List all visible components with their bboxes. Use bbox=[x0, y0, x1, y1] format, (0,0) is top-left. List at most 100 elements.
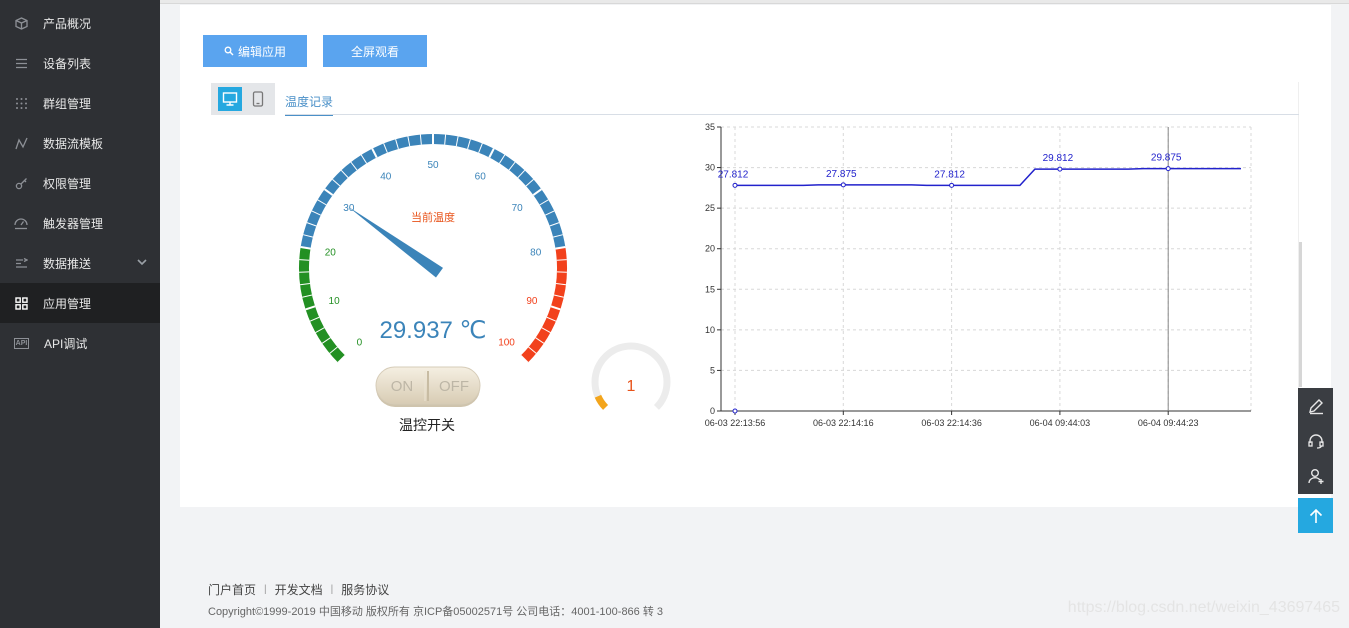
mini-gauge-fill bbox=[594, 394, 609, 410]
gauge-tick-label: 80 bbox=[530, 248, 542, 259]
gauge-tick-label: 20 bbox=[325, 248, 337, 259]
gauge-tick-label: 0 bbox=[357, 338, 363, 349]
sidebar-item-label: 数据推送 bbox=[43, 256, 92, 271]
customer-service-button[interactable] bbox=[1298, 423, 1333, 458]
app-preview-card: 编辑应用 全屏观看 温度记录 0 10 20 30 40 50 60 70 80 90 100 当前温… bbox=[180, 5, 1331, 507]
sidebar-item-label: 权限管理 bbox=[43, 176, 92, 191]
gauge-tick-label: 40 bbox=[380, 171, 392, 182]
headset-icon bbox=[1307, 433, 1324, 449]
chart-data-point bbox=[732, 408, 738, 414]
chart-y-tick-label: 20 bbox=[705, 244, 715, 254]
sidebar-item-datastream-template[interactable]: 数据流模板 bbox=[0, 123, 160, 163]
temperature-line-chart: 0 5 10 15 20 25 30 35 06-03 22:13:56 06-03 22:14:… bbox=[705, 122, 1252, 428]
chart-x-tick-label: 06-03 22:14:36 bbox=[921, 418, 982, 428]
chart-data-point bbox=[732, 182, 738, 188]
device-toggle bbox=[211, 83, 275, 115]
gauge-tick-label: 60 bbox=[475, 171, 487, 182]
gauge-tick-label: 90 bbox=[526, 296, 538, 307]
gauge-tick-label: 70 bbox=[512, 203, 524, 214]
gauge-value: 29.937 ℃ bbox=[379, 317, 486, 344]
desktop-view-button[interactable] bbox=[218, 87, 242, 111]
fullscreen-label: 全屏观看 bbox=[350, 44, 399, 59]
phone-icon bbox=[252, 91, 264, 107]
sidebar-item-label: 数据流模板 bbox=[43, 136, 104, 151]
chart-data-label: 27.875 bbox=[826, 169, 857, 180]
sidebar-item-device-list[interactable]: 设备列表 bbox=[0, 43, 160, 83]
mobile-view-button[interactable] bbox=[246, 87, 270, 111]
chart-data-label: 29.812 bbox=[1043, 153, 1074, 164]
back-to-top-button[interactable] bbox=[1298, 498, 1333, 533]
footer-link-portal-home[interactable]: 门户首页 bbox=[208, 581, 256, 598]
gauge-tick-label: 10 bbox=[329, 296, 341, 307]
chart-y-tick-label: 15 bbox=[705, 284, 715, 294]
chart-data-label: 27.812 bbox=[718, 169, 749, 180]
key-icon bbox=[14, 176, 28, 190]
chart-x-tick-label: 06-03 22:14:16 bbox=[813, 418, 874, 428]
temperature-control-switch[interactable]: ON OFF bbox=[374, 365, 482, 409]
gauge-tick bbox=[556, 259, 567, 261]
gauge-tick-label: 100 bbox=[498, 338, 515, 349]
sidebar-item-app-management[interactable]: 应用管理 bbox=[0, 283, 160, 323]
watermark: https://blog.csdn.net/weixin_43697465 bbox=[1067, 599, 1340, 616]
chart-x-tick-label: 06-03 22:13:56 bbox=[705, 418, 766, 428]
switch-on-label: ON bbox=[391, 378, 414, 395]
api-icon: API bbox=[14, 337, 29, 349]
chart-y-tick-label: 35 bbox=[705, 122, 715, 132]
cube-icon bbox=[14, 16, 28, 30]
sidebar-item-label: 产品概况 bbox=[43, 16, 92, 31]
chart-y-tick-label: 30 bbox=[705, 163, 715, 173]
chart-data-label: 27.812 bbox=[934, 169, 965, 180]
tab-divider bbox=[285, 114, 1299, 115]
fullscreen-button[interactable]: 全屏观看 bbox=[323, 35, 427, 67]
footer-separator: | bbox=[330, 584, 334, 595]
sidebar-item-trigger-management[interactable]: 触发器管理 bbox=[0, 203, 160, 243]
sidebar-item-label: 应用管理 bbox=[43, 296, 92, 311]
gauge-title: 当前温度 bbox=[411, 210, 455, 224]
list-icon bbox=[14, 56, 28, 70]
chart-data-point bbox=[1165, 166, 1171, 172]
chart-data-label: 29.875 bbox=[1151, 153, 1182, 164]
edit-app-label: 编辑应用 bbox=[237, 44, 286, 59]
chart-data-point bbox=[1057, 166, 1063, 172]
canvas-scrollbar[interactable] bbox=[1299, 242, 1302, 387]
sidebar-item-label: 设备列表 bbox=[43, 56, 92, 71]
search-icon bbox=[224, 46, 234, 56]
sidebar-item-data-push[interactable]: 数据推送 bbox=[0, 243, 160, 283]
pencil-icon bbox=[1308, 398, 1323, 414]
grid-dots-icon bbox=[14, 96, 28, 110]
footer: 门户首页 | 开发文档 | 服务协议 Copyright©1999-2019 中… bbox=[208, 581, 663, 619]
sidebar-item-label: 触发器管理 bbox=[43, 216, 104, 231]
sidebar: 产品概况 设备列表 群组管理 数据流模板 权限管理 触发器管理 数据推送 应用管… bbox=[0, 0, 160, 628]
flow-icon bbox=[14, 136, 28, 150]
tab-temperature-record[interactable]: 温度记录 bbox=[285, 91, 334, 116]
add-user-icon bbox=[1307, 468, 1323, 484]
chart-data-point bbox=[840, 182, 846, 188]
push-icon bbox=[14, 256, 28, 270]
mini-gauge-track bbox=[591, 342, 671, 410]
gauge-band-mid bbox=[300, 134, 566, 249]
chart-y-tick-label: 10 bbox=[705, 325, 715, 335]
chart-series-line bbox=[735, 167, 1241, 187]
chart-x-tick-label: 06-04 09:44:23 bbox=[1138, 418, 1199, 428]
sidebar-item-product-overview[interactable]: 产品概况 bbox=[0, 3, 160, 43]
sidebar-item-api-debug[interactable]: API API调试 bbox=[0, 323, 160, 363]
footer-link-dev-docs[interactable]: 开发文档 bbox=[275, 581, 323, 598]
sidebar-item-group-management[interactable]: 群组管理 bbox=[0, 83, 160, 123]
monitor-icon bbox=[222, 92, 238, 106]
sidebar-item-permission-management[interactable]: 权限管理 bbox=[0, 163, 160, 203]
edit-app-button[interactable]: 编辑应用 bbox=[203, 35, 307, 67]
sidebar-item-label: 群组管理 bbox=[43, 96, 92, 111]
copyright-text: Copyright©1999-2019 中国移动 版权所有 京ICP备05002… bbox=[208, 606, 664, 618]
arrow-up-icon bbox=[1309, 508, 1322, 523]
feedback-button[interactable] bbox=[1298, 388, 1333, 423]
add-user-button[interactable] bbox=[1298, 458, 1333, 493]
chart-y-tick-label: 25 bbox=[705, 203, 715, 213]
chart-y-tick-label: 5 bbox=[710, 365, 715, 375]
chevron-down-icon[interactable] bbox=[136, 256, 148, 271]
footer-link-service-agreement[interactable]: 服务协议 bbox=[341, 581, 389, 598]
mini-gauge: 1 bbox=[591, 342, 671, 410]
chart-data-point bbox=[949, 182, 955, 188]
temperature-gauge: 0 10 20 30 40 50 60 70 80 90 100 当前温度 29.937 ℃ bbox=[299, 134, 567, 364]
top-divider bbox=[160, 0, 1349, 4]
mini-gauge-value: 1 bbox=[627, 378, 636, 395]
